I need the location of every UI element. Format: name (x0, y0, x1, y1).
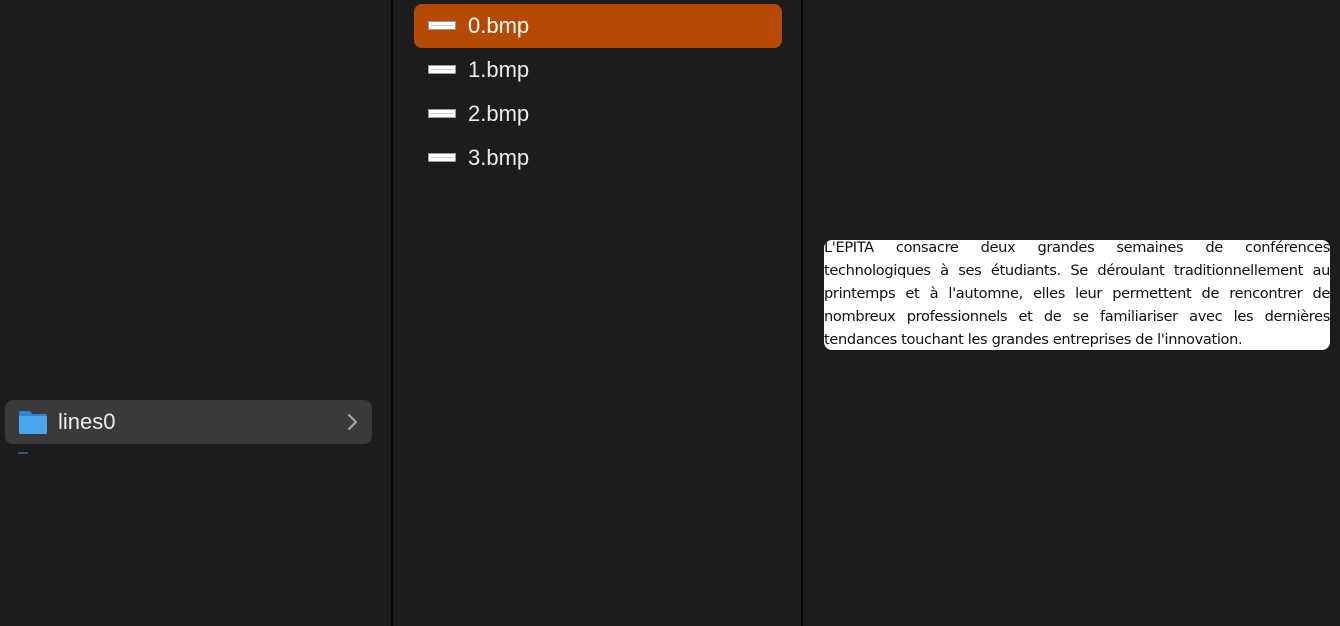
files-column: 0.bmp 1.bmp 2.bmp 3.bmp (393, 0, 803, 626)
finder-column-view: lines0 0.bmp 1.bmp 2.bmp 3.bmp L'EPITA c… (0, 0, 1340, 626)
file-item-1-bmp[interactable]: 1.bmp (414, 48, 782, 92)
folder-icon (19, 411, 47, 434)
parent-column: lines0 (0, 0, 393, 626)
folder-label: lines0 (58, 409, 116, 434)
chevron-right-icon (348, 414, 357, 430)
preview-image-text: L'EPITA consacre deux grandes semaines d… (824, 240, 1330, 348)
file-label: 2.bmp (468, 101, 530, 126)
image-file-icon (428, 65, 456, 74)
image-file-icon (428, 109, 456, 118)
partial-folder-icon (18, 452, 28, 454)
image-preview[interactable]: L'EPITA consacre deux grandes semaines d… (824, 240, 1330, 350)
image-file-icon (428, 21, 456, 30)
file-label: 3.bmp (468, 145, 530, 170)
file-label: 0.bmp (468, 13, 530, 38)
preview-column: L'EPITA consacre deux grandes semaines d… (803, 0, 1340, 626)
file-item-2-bmp[interactable]: 2.bmp (414, 92, 782, 136)
file-label: 1.bmp (468, 57, 530, 82)
file-item-0-bmp[interactable]: 0.bmp (414, 4, 782, 48)
image-file-icon (428, 153, 456, 162)
file-item-3-bmp[interactable]: 3.bmp (414, 136, 782, 180)
folder-item-lines0[interactable]: lines0 (5, 400, 372, 444)
